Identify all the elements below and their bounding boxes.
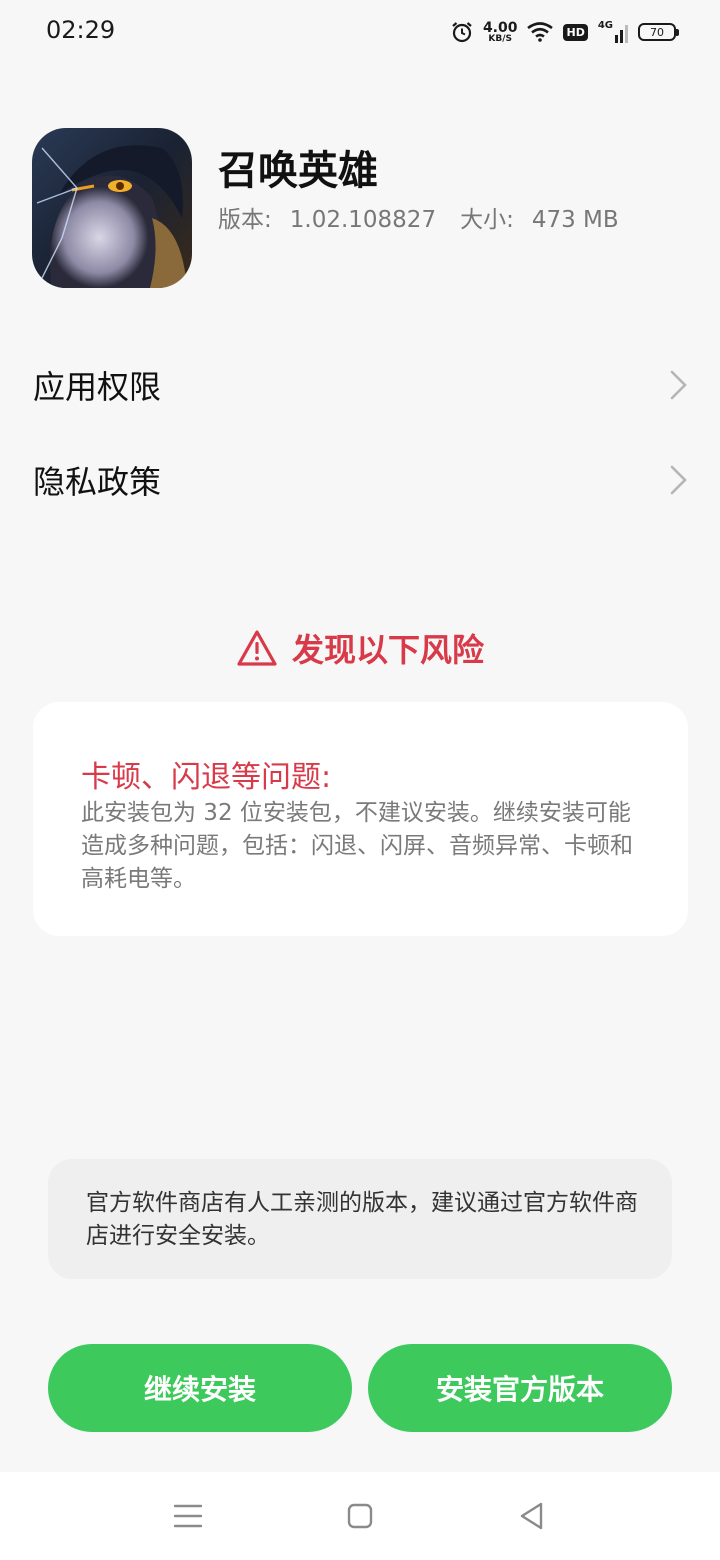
install-risk-screen: 02:29 4.00 KB/S HD 4G 70 召唤英雄 版本: 1.02.1… <box>0 0 720 1560</box>
back-icon[interactable] <box>514 1498 550 1534</box>
net-speed-unit: KB/S <box>488 33 513 44</box>
status-time: 02:29 <box>46 16 116 44</box>
size-label: 大小: <box>460 207 514 233</box>
battery-level: 70 <box>650 25 664 39</box>
app-icon <box>32 128 192 288</box>
menu-icon[interactable] <box>170 1498 206 1534</box>
chevron-right-icon <box>670 370 687 400</box>
net-speed-value: 4.00 <box>482 19 518 36</box>
continue-install-button[interactable]: 继续安装 <box>48 1344 352 1432</box>
cellular-signal-icon: 4G <box>598 21 628 43</box>
app-name: 召唤英雄 <box>218 148 378 194</box>
notice-text: 官方软件商店有人工亲测的版本，建议通过官方软件商店进行安全安装。 <box>86 1190 638 1249</box>
chevron-right-icon <box>670 465 687 495</box>
version-label: 版本: <box>218 207 272 233</box>
wifi-icon <box>527 22 554 42</box>
battery-icon: 70 <box>638 23 679 41</box>
alarm-icon <box>452 22 472 43</box>
privacy-policy-row[interactable]: 隐私政策 <box>0 440 720 520</box>
status-bar: 02:29 4.00 KB/S HD 4G 70 <box>0 0 720 64</box>
warning-icon <box>237 630 277 666</box>
app-meta: 版本: 1.02.108827 大小: 473 MB <box>218 200 643 234</box>
official-store-notice: 官方软件商店有人工亲测的版本，建议通过官方软件商店进行安全安装。 <box>48 1159 672 1279</box>
risk-title: 卡顿、闪退等问题: <box>81 760 332 795</box>
risk-description: 此安装包为 32 位安装包，不建议安装。继续安装可能造成多种问题，包括：闪退、闪… <box>81 800 633 892</box>
permissions-label: 应用权限 <box>33 368 162 406</box>
risk-heading-text: 发现以下风险 <box>291 631 484 669</box>
privacy-policy-label: 隐私政策 <box>33 463 162 501</box>
version-value: 1.02.108827 <box>289 207 437 233</box>
status-icons: 4.00 KB/S HD 4G 70 <box>451 17 679 47</box>
home-icon[interactable] <box>342 1498 378 1534</box>
hd-icon: HD <box>563 23 588 41</box>
risk-card: 卡顿、闪退等问题: 此安装包为 32 位安装包，不建议安装。继续安装可能造成多种… <box>33 702 688 936</box>
size-value: 473 MB <box>531 207 619 233</box>
network-type: 4G <box>597 20 613 31</box>
permissions-row[interactable]: 应用权限 <box>0 345 720 425</box>
navigation-bar <box>0 1472 720 1560</box>
net-speed: 4.00 KB/S <box>483 21 518 44</box>
install-official-button[interactable]: 安装官方版本 <box>368 1344 672 1432</box>
risk-heading: 发现以下风险 <box>0 620 720 676</box>
